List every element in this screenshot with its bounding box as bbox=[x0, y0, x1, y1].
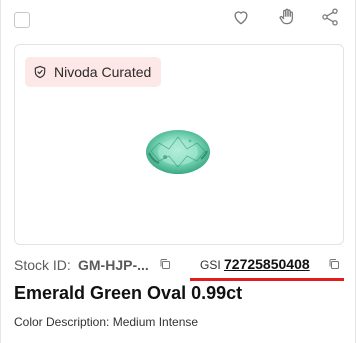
stock-id-label: Stock ID: bbox=[14, 257, 71, 273]
stock-id-value: GM-HJP-... bbox=[78, 257, 149, 273]
hand-icon[interactable] bbox=[277, 7, 297, 27]
card-toolbar bbox=[1, 0, 355, 36]
product-card[interactable]: Nivoda Curated Stock ID: GM-HJP-... GSI … bbox=[0, 0, 356, 343]
shield-check-icon bbox=[34, 65, 46, 79]
select-checkbox[interactable] bbox=[14, 12, 30, 28]
emerald-gem-image bbox=[146, 130, 210, 174]
share-icon[interactable] bbox=[320, 7, 340, 27]
color-description: Color Description: Medium Intense bbox=[14, 315, 199, 329]
badge-label: Nivoda Curated bbox=[54, 64, 152, 80]
gsi-highlight-underline bbox=[190, 278, 344, 281]
stock-id-row: Stock ID: GM-HJP-... GSI 72725850408 bbox=[14, 255, 347, 275]
heart-icon[interactable] bbox=[231, 7, 251, 27]
curated-badge: Nivoda Curated bbox=[25, 57, 162, 87]
product-title: Emerald Green Oval 0.99ct bbox=[14, 283, 243, 303]
gsi-certificate-link[interactable]: 72725850408 bbox=[224, 256, 310, 272]
gsi-label: GSI bbox=[200, 258, 221, 272]
product-image-frame[interactable]: Nivoda Curated bbox=[14, 44, 344, 245]
copy-icon[interactable] bbox=[328, 258, 340, 270]
copy-icon[interactable] bbox=[159, 258, 171, 270]
